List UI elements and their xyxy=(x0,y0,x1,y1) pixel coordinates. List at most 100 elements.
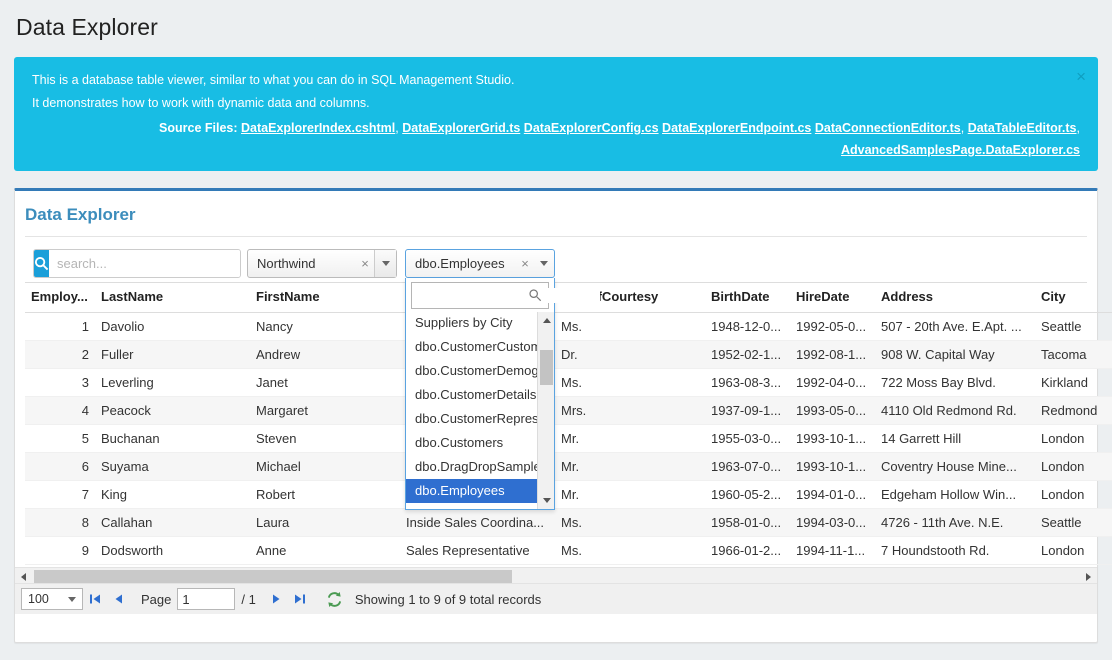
table-row[interactable]: 4PeacockMargaretMrs.1937-09-1...1993-05-… xyxy=(25,397,1112,425)
grid-cell-courtesy: Ms. xyxy=(555,537,705,565)
last-page-button[interactable] xyxy=(288,587,312,611)
table-row[interactable]: 3LeverlingJanetMs.1963-08-3...1992-04-0.… xyxy=(25,369,1112,397)
dropdown-option[interactable]: dbo.CustomerDetails xyxy=(406,383,554,407)
grid-cell-last: Fuller xyxy=(95,341,250,369)
page-size-chevron-down-icon xyxy=(68,597,76,602)
next-page-icon xyxy=(270,593,282,605)
page-number-input[interactable] xyxy=(177,588,235,610)
table-row[interactable]: 2FullerAndrewDr.1952-02-1...1992-08-1...… xyxy=(25,341,1112,369)
grid-column-header[interactable]: HireDate xyxy=(790,283,875,313)
grid-cell-birth: 1955-03-0... xyxy=(705,425,790,453)
table-select[interactable]: dbo.Employees × xyxy=(405,249,555,278)
grid-column-header[interactable]: BirthDate xyxy=(705,283,790,313)
grid-cell-id: 7 xyxy=(25,481,95,509)
grid-column-header[interactable]: Employ... xyxy=(25,283,95,313)
grid-cell-hire: 1993-10-1... xyxy=(790,453,875,481)
first-page-button[interactable] xyxy=(83,587,107,611)
source-link-2[interactable]: DataExplorerConfig.cs xyxy=(524,121,659,135)
source-link-4[interactable]: DataConnectionEditor.ts xyxy=(815,121,961,135)
grid-cell-courtesy: Ms. xyxy=(555,369,705,397)
table-clear-icon[interactable]: × xyxy=(516,256,534,271)
horizontal-scrollbar[interactable] xyxy=(15,567,1097,584)
banner-line-1: This is a database table viewer, similar… xyxy=(32,69,1080,92)
grid-column-header[interactable]: LastName xyxy=(95,283,250,313)
source-link-5[interactable]: DataTableEditor.ts xyxy=(968,121,1077,135)
dropdown-options: dbo.Customer and Suppliers by Citydbo.Cu… xyxy=(406,312,554,503)
grid-cell-city: Kirkland xyxy=(1035,369,1112,397)
grid-cell-first: Michael xyxy=(250,453,400,481)
dropdown-scroll-down-icon[interactable] xyxy=(538,492,554,509)
table-row[interactable]: 5BuchananStevenMr.1955-03-0...1993-10-1.… xyxy=(25,425,1112,453)
grid-cell-courtesy: Mr. xyxy=(555,425,705,453)
dropdown-search-icon xyxy=(528,288,542,302)
dropdown-option[interactable]: dbo.Customers xyxy=(406,431,554,455)
grid-cell-courtesy: Ms. xyxy=(555,313,705,341)
grid-cell-first: Margaret xyxy=(250,397,400,425)
grid-cell-last: Davolio xyxy=(95,313,250,341)
grid-cell-id: 3 xyxy=(25,369,95,397)
source-link-6[interactable]: AdvancedSamplesPage.DataExplorer.cs xyxy=(841,143,1080,157)
grid-cell-city: Redmond xyxy=(1035,397,1112,425)
table-select-value: dbo.Employees xyxy=(406,256,516,271)
database-chevron-down-icon[interactable] xyxy=(374,250,396,277)
source-files-row: Source Files: DataExplorerIndex.cshtml, … xyxy=(32,115,1080,161)
grid-column-header[interactable]: City xyxy=(1035,283,1112,313)
table-row[interactable]: 7KingRobertMr.1960-05-2...1994-01-0...Ed… xyxy=(25,481,1112,509)
grid-cell-birth: 1948-12-0... xyxy=(705,313,790,341)
source-link-1[interactable]: DataExplorerGrid.ts xyxy=(402,121,520,135)
grid-cell-hire: 1994-03-0... xyxy=(790,509,875,537)
prev-page-button[interactable] xyxy=(107,587,131,611)
grid-cell-address: 908 W. Capital Way xyxy=(875,341,1035,369)
dropdown-search-input[interactable] xyxy=(412,288,600,303)
grid-cell-city: London xyxy=(1035,425,1112,453)
dropdown-scroll-up-icon[interactable] xyxy=(538,312,554,329)
data-grid: Employ...LastNameFirstNameTitleTitleOfCo… xyxy=(25,282,1087,565)
grid-cell-address: 4110 Old Redmond Rd. xyxy=(875,397,1035,425)
grid-cell-city: Seattle xyxy=(1035,313,1112,341)
grid-cell-id: 6 xyxy=(25,453,95,481)
table-chevron-down-icon[interactable] xyxy=(534,250,554,277)
page-size-value: 100 xyxy=(28,592,49,606)
table-row[interactable]: 9DodsworthAnneSales RepresentativeMs.196… xyxy=(25,537,1112,565)
toolbar: Northwind × dbo.Employees × xyxy=(25,236,1087,278)
grid-cell-hire: 1994-01-0... xyxy=(790,481,875,509)
grid-column-header[interactable]: FirstName xyxy=(250,283,400,313)
dropdown-option[interactable]: dbo.CustomerCustomerDemo xyxy=(406,335,554,359)
grid-cell-birth: 1966-01-2... xyxy=(705,537,790,565)
grid-cell-id: 8 xyxy=(25,509,95,537)
info-banner: × This is a database table viewer, simil… xyxy=(14,57,1098,171)
hscroll-right-icon[interactable] xyxy=(1080,568,1097,585)
database-select[interactable]: Northwind × xyxy=(247,249,397,278)
dropdown-option[interactable]: dbo.DragDropSample xyxy=(406,455,554,479)
dropdown-scroll-thumb[interactable] xyxy=(540,350,553,385)
table-row[interactable]: 6SuyamaMichaelMr.1963-07-0...1993-10-1..… xyxy=(25,453,1112,481)
search-input[interactable] xyxy=(49,250,241,277)
refresh-button[interactable] xyxy=(326,591,343,608)
table-row[interactable]: 8CallahanLauraInside Sales Coordina...Ms… xyxy=(25,509,1112,537)
dropdown-option[interactable]: dbo.CustomerRepresentatives xyxy=(406,407,554,431)
dropdown-option[interactable]: dbo.Customer and Suppliers by City xyxy=(406,312,554,335)
dropdown-list[interactable]: dbo.Customer and Suppliers by Citydbo.Cu… xyxy=(406,312,554,509)
page-size-select[interactable]: 100 xyxy=(21,588,83,610)
dropdown-option[interactable]: dbo.CustomerDemographics xyxy=(406,359,554,383)
hscroll-left-icon[interactable] xyxy=(15,568,32,585)
source-link-0[interactable]: DataExplorerIndex.cshtml xyxy=(241,121,395,135)
source-link-3[interactable]: DataExplorerEndpoint.cs xyxy=(662,121,811,135)
database-select-value: Northwind xyxy=(248,256,356,271)
dropdown-scrollbar[interactable] xyxy=(537,312,554,509)
database-clear-icon[interactable]: × xyxy=(356,256,374,271)
banner-close-icon[interactable]: × xyxy=(1076,68,1086,85)
next-page-button[interactable] xyxy=(264,587,288,611)
grid-cell-address: Edgeham Hollow Win... xyxy=(875,481,1035,509)
grid-cell-courtesy: Mr. xyxy=(555,481,705,509)
table-row[interactable]: 1DavolioNancyMs.1948-12-0...1992-05-0...… xyxy=(25,313,1112,341)
page-label: Page xyxy=(141,592,171,607)
grid-cell-last: Buchanan xyxy=(95,425,250,453)
grid-cell-courtesy: Mrs. xyxy=(555,397,705,425)
hscroll-thumb[interactable] xyxy=(34,570,512,583)
grid-cell-id: 2 xyxy=(25,341,95,369)
dropdown-option[interactable]: dbo.Employees xyxy=(406,479,554,503)
grid-cell-last: Peacock xyxy=(95,397,250,425)
search-button[interactable] xyxy=(34,250,49,277)
grid-column-header[interactable]: Address xyxy=(875,283,1035,313)
